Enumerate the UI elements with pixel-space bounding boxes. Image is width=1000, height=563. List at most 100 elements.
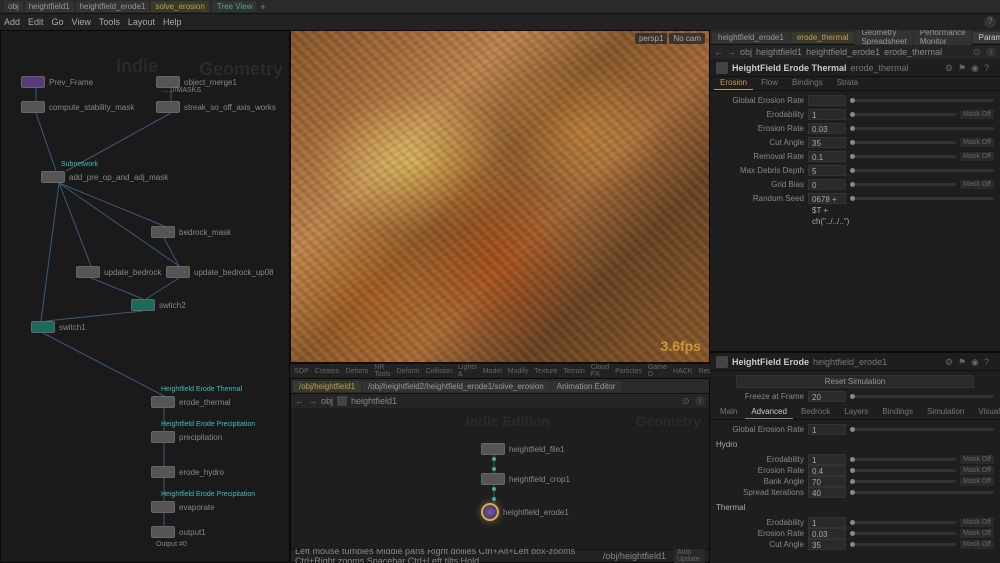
- param-field[interactable]: 0.4: [808, 465, 846, 476]
- ptab-bindings[interactable]: Bindings: [786, 77, 829, 90]
- ger-slider[interactable]: [850, 428, 994, 431]
- info-icon[interactable]: i: [986, 47, 996, 57]
- node-body[interactable]: [31, 321, 55, 333]
- help-circle-icon[interactable]: ?: [984, 16, 996, 28]
- param-slider[interactable]: [850, 469, 956, 472]
- shelf-item[interactable]: NR Tools: [374, 364, 390, 378]
- viewport-camera[interactable]: persp1: [635, 33, 667, 44]
- param-field[interactable]: 0.03: [808, 528, 846, 539]
- node-body[interactable]: [151, 431, 175, 443]
- network-node[interactable]: add_pre_op_and_adj_mask: [41, 171, 168, 183]
- shelf-item[interactable]: Texture: [534, 368, 557, 375]
- menu-view[interactable]: View: [72, 17, 91, 27]
- shelf-item[interactable]: HACK: [673, 368, 692, 375]
- param-field[interactable]: 0: [808, 179, 846, 190]
- obj-path[interactable]: obj heightfield1 heightfield_erode1 solv…: [4, 1, 209, 12]
- node-body[interactable]: [151, 526, 175, 538]
- mask-toggle[interactable]: Mask Off: [960, 180, 994, 189]
- network-node[interactable]: compute_stability_mask: [21, 101, 134, 113]
- param-slider[interactable]: [850, 491, 994, 494]
- menu-help[interactable]: Help: [163, 17, 182, 27]
- netview-tab-3[interactable]: Animation Editor: [551, 381, 622, 392]
- network-editor-left[interactable]: Indie Geometry Prev_Framecompute_stabili…: [0, 30, 290, 563]
- shelf-item[interactable]: Collision: [426, 368, 452, 375]
- mask-toggle[interactable]: Mask Off: [960, 529, 994, 538]
- etab-visualization[interactable]: Visualization: [972, 406, 1000, 419]
- eye-icon[interactable]: ◉: [971, 63, 981, 73]
- etab-bindings[interactable]: Bindings: [876, 406, 919, 419]
- param-field[interactable]: 1: [808, 454, 846, 465]
- shelf-item[interactable]: Terrain: [563, 368, 584, 375]
- node-body[interactable]: [151, 396, 175, 408]
- param-field[interactable]: 0.1: [808, 151, 846, 162]
- help-icon[interactable]: ?: [984, 63, 994, 73]
- context-path[interactable]: /obj/heightfield1: [603, 551, 666, 561]
- shelf-item[interactable]: Game D: [648, 364, 667, 378]
- shelf-item[interactable]: Lights &: [458, 364, 477, 378]
- mask-toggle[interactable]: Mask Off: [960, 466, 994, 475]
- menu-go[interactable]: Go: [52, 17, 64, 27]
- param-slider[interactable]: [850, 155, 956, 158]
- ptab-flow[interactable]: Flow: [755, 77, 784, 90]
- right-pane-tabs[interactable]: heightfield_erode1 erode_thermal Geometr…: [710, 30, 1000, 45]
- shelf-item[interactable]: Particles: [615, 368, 642, 375]
- param-field[interactable]: 0678 + $T + ch("../../.."): [808, 193, 846, 204]
- param-slider[interactable]: [850, 521, 956, 524]
- plus-icon[interactable]: +: [260, 2, 265, 12]
- netview-tab-1[interactable]: /obj/heightfield1: [293, 381, 361, 392]
- network-node[interactable]: switch1: [31, 321, 86, 333]
- eye-icon[interactable]: ◉: [971, 357, 981, 367]
- gear-icon[interactable]: ⚙: [945, 357, 955, 367]
- mask-toggle[interactable]: Mask Off: [960, 540, 994, 549]
- node-body[interactable]: [166, 266, 190, 278]
- param-slider[interactable]: [850, 127, 994, 130]
- param-field[interactable]: 35: [808, 539, 846, 550]
- network-node[interactable]: evaporate: [151, 501, 215, 513]
- node-body[interactable]: [481, 473, 505, 485]
- ger-field[interactable]: 1: [808, 424, 846, 435]
- param-field[interactable]: 0.03: [808, 123, 846, 134]
- shelf-item[interactable]: Model: [483, 368, 502, 375]
- menu-add[interactable]: Add: [4, 17, 20, 27]
- mask-toggle[interactable]: Mask Off: [960, 152, 994, 161]
- mask-toggle[interactable]: Mask Off: [960, 455, 994, 464]
- shelf-item[interactable]: Modify: [508, 368, 529, 375]
- flag-icon[interactable]: ⚑: [958, 357, 968, 367]
- mask-toggle[interactable]: Mask Off: [960, 518, 994, 527]
- param-slider[interactable]: [850, 169, 994, 172]
- param-slider[interactable]: [850, 480, 956, 483]
- node-body[interactable]: [131, 299, 155, 311]
- shelf-item[interactable]: Cloud FX: [591, 364, 609, 378]
- param-field[interactable]: [808, 95, 846, 106]
- shelf-item[interactable]: Deform: [397, 368, 420, 375]
- pin-icon[interactable]: ⊙: [682, 396, 692, 406]
- network-node[interactable]: update_bedrock: [76, 266, 161, 278]
- param-slider[interactable]: [850, 532, 956, 535]
- tree-view-tab[interactable]: Tree View: [213, 1, 257, 12]
- viewport-3d[interactable]: persp1 No cam 3.6fps: [290, 30, 710, 363]
- node-body[interactable]: [21, 101, 45, 113]
- etab-advanced[interactable]: Advanced: [745, 406, 793, 419]
- freeze-frame-field[interactable]: 20: [808, 391, 846, 402]
- reset-simulation-button[interactable]: Reset Simulation: [736, 375, 974, 388]
- mask-toggle[interactable]: Mask Off: [960, 138, 994, 147]
- tab-parameters[interactable]: Parameters: [973, 32, 1000, 43]
- info-icon[interactable]: i: [695, 396, 705, 406]
- network-node[interactable]: update_bedrock_up08: [166, 266, 274, 278]
- mask-toggle[interactable]: Mask Off: [960, 477, 994, 486]
- param-slider[interactable]: [850, 458, 956, 461]
- node-body[interactable]: [156, 101, 180, 113]
- lower-pathbar[interactable]: ←→ obj heightfield1 ⊙i: [291, 394, 709, 408]
- param-field[interactable]: 40: [808, 487, 846, 498]
- network-node[interactable]: erode_thermal: [151, 396, 231, 408]
- network-node[interactable]: bedrock_mask: [151, 226, 231, 238]
- param-slider[interactable]: [850, 141, 956, 144]
- tab-erode-thermal[interactable]: erode_thermal: [791, 32, 855, 43]
- pin-icon[interactable]: ⊙: [973, 47, 983, 57]
- shelf-item[interactable]: Creates: [315, 368, 340, 375]
- network-node[interactable]: streak_so_off_axis_works: [156, 101, 276, 113]
- node-body[interactable]: [76, 266, 100, 278]
- node-body[interactable]: [151, 226, 175, 238]
- tool-shelf[interactable]: SOPCreatesDeformNR ToolsDeformCollisionL…: [290, 363, 710, 378]
- network-node[interactable]: switch2: [131, 299, 186, 311]
